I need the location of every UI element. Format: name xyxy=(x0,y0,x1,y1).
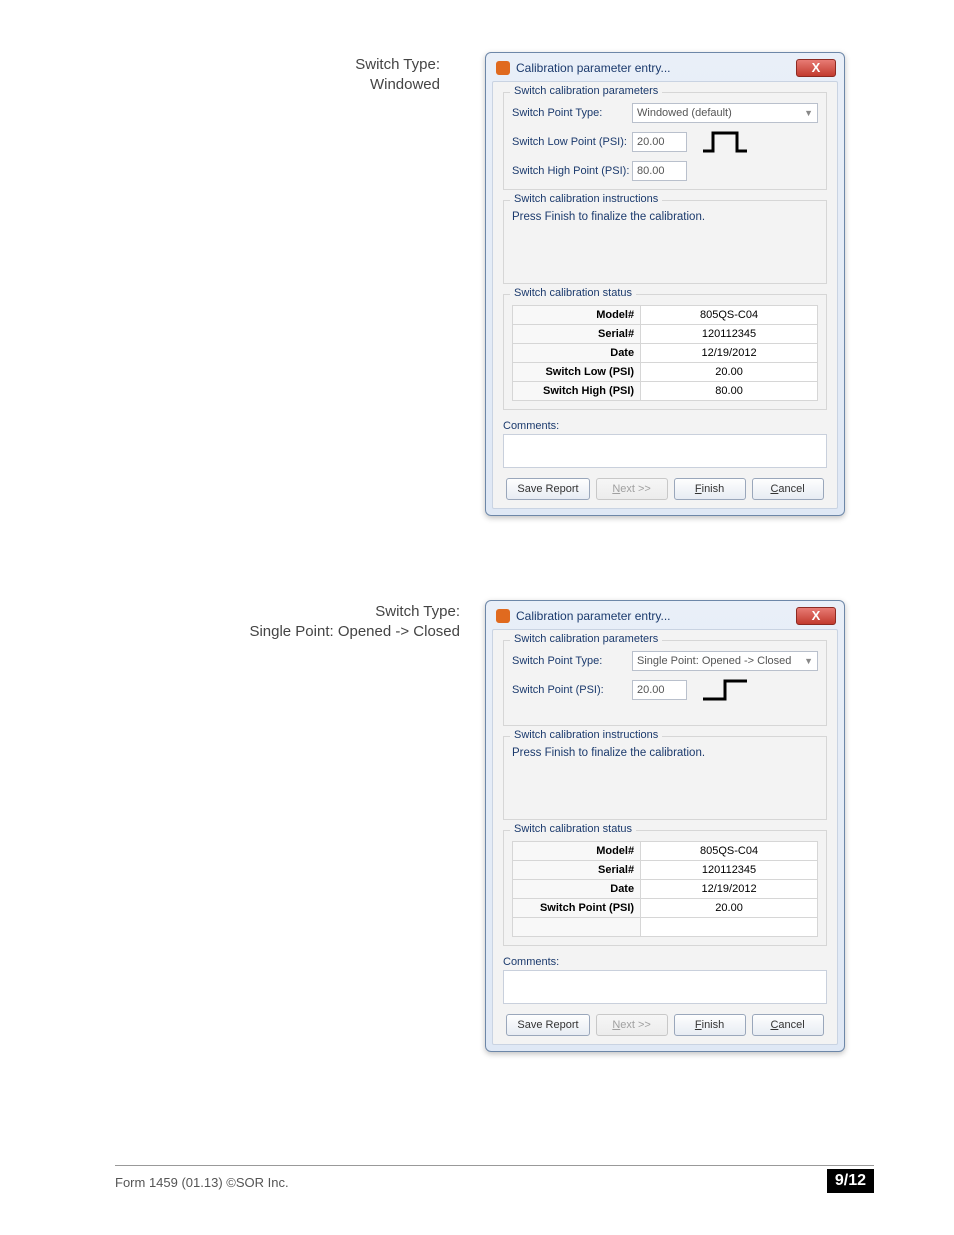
app-icon xyxy=(496,609,510,623)
comments-label: Comments: xyxy=(503,420,827,432)
next-button: Next >> xyxy=(596,1014,668,1036)
table-row: Date12/19/2012 xyxy=(513,344,818,363)
instructions-text: Press Finish to finalize the calibration… xyxy=(512,747,818,811)
table-row: Serial#120112345 xyxy=(513,861,818,880)
input-low-point[interactable] xyxy=(632,132,687,152)
label-switch-point-type: Switch Point Type: xyxy=(512,107,632,119)
dialog-single-point: Calibration parameter entry... X Switch … xyxy=(485,600,845,1052)
close-icon[interactable]: X xyxy=(796,607,836,625)
group-parameters-legend: Switch calibration parameters xyxy=(510,85,662,97)
caption-1-line-1: Switch Type: xyxy=(300,55,440,75)
save-report-button[interactable]: Save Report xyxy=(506,1014,589,1036)
select-switch-point-type[interactable]: Windowed (default) ▼ xyxy=(632,103,818,123)
status-table: Model#805QS-C04 Serial#120112345 Date12/… xyxy=(512,841,818,937)
status-table: Model#805QS-C04 Serial#120112345 Date12/… xyxy=(512,305,818,401)
table-row: Switch Point (PSI)20.00 xyxy=(513,899,818,918)
footer-rule xyxy=(115,1165,874,1166)
status-key: Model# xyxy=(513,306,641,325)
status-key: Serial# xyxy=(513,325,641,344)
status-value: 120112345 xyxy=(641,325,818,344)
group-parameters-legend: Switch calibration parameters xyxy=(510,633,662,645)
window-title: Calibration parameter entry... xyxy=(516,609,796,623)
title-bar: Calibration parameter entry... X xyxy=(492,607,838,629)
group-status-legend: Switch calibration status xyxy=(510,287,636,299)
app-icon xyxy=(496,61,510,75)
footer-left-text: Form 1459 (01.13) ©SOR Inc. xyxy=(115,1175,289,1190)
save-report-button[interactable]: Save Report xyxy=(506,478,589,500)
select-value: Single Point: Opened -> Closed xyxy=(637,655,791,667)
table-row: Model#805QS-C04 xyxy=(513,842,818,861)
input-high-point[interactable] xyxy=(632,161,687,181)
status-key: Date xyxy=(513,344,641,363)
page-number-badge: 9/12 xyxy=(827,1169,874,1193)
label-low-point: Switch Low Point (PSI): xyxy=(512,136,632,148)
window-title: Calibration parameter entry... xyxy=(516,61,796,75)
status-value: 20.00 xyxy=(641,899,818,918)
comments-input[interactable] xyxy=(503,434,827,468)
status-key: Switch High (PSI) xyxy=(513,382,641,401)
group-parameters: Switch calibration parameters Switch Poi… xyxy=(503,92,827,190)
status-key: Switch Point (PSI) xyxy=(513,899,641,918)
status-value: 12/19/2012 xyxy=(641,880,818,899)
status-key xyxy=(513,918,641,937)
group-instructions-legend: Switch calibration instructions xyxy=(510,729,662,741)
title-bar: Calibration parameter entry... X xyxy=(492,59,838,81)
select-switch-point-type[interactable]: Single Point: Opened -> Closed ▼ xyxy=(632,651,818,671)
group-parameters: Switch calibration parameters Switch Poi… xyxy=(503,640,827,726)
table-row: Switch High (PSI)80.00 xyxy=(513,382,818,401)
next-button: Next >> xyxy=(596,478,668,500)
chevron-down-icon: ▼ xyxy=(804,108,813,118)
group-instructions-legend: Switch calibration instructions xyxy=(510,193,662,205)
status-key: Date xyxy=(513,880,641,899)
table-row: Date12/19/2012 xyxy=(513,880,818,899)
status-key: Switch Low (PSI) xyxy=(513,363,641,382)
table-row xyxy=(513,918,818,937)
select-value: Windowed (default) xyxy=(637,107,732,119)
close-icon[interactable]: X xyxy=(796,59,836,77)
label-switch-point: Switch Point (PSI): xyxy=(512,684,632,696)
table-row: Serial#120112345 xyxy=(513,325,818,344)
label-switch-point-type: Switch Point Type: xyxy=(512,655,632,667)
dialog-windowed: Calibration parameter entry... X Switch … xyxy=(485,52,845,516)
status-value: 805QS-C04 xyxy=(641,842,818,861)
group-status: Switch calibration status Model#805QS-C0… xyxy=(503,294,827,410)
group-status-legend: Switch calibration status xyxy=(510,823,636,835)
input-switch-point[interactable] xyxy=(632,680,687,700)
step-up-glyph-icon xyxy=(701,677,749,703)
status-value: 20.00 xyxy=(641,363,818,382)
cancel-button[interactable]: Cancel xyxy=(752,478,824,500)
table-row: Switch Low (PSI)20.00 xyxy=(513,363,818,382)
status-key: Serial# xyxy=(513,861,641,880)
status-value: 80.00 xyxy=(641,382,818,401)
comments-label: Comments: xyxy=(503,956,827,968)
group-status: Switch calibration status Model#805QS-C0… xyxy=(503,830,827,946)
chevron-down-icon: ▼ xyxy=(804,656,813,666)
finish-button[interactable]: Finish xyxy=(674,1014,746,1036)
comments-input[interactable] xyxy=(503,970,827,1004)
caption-2-line-1: Switch Type: xyxy=(200,602,460,622)
status-value xyxy=(641,918,818,937)
status-value: 120112345 xyxy=(641,861,818,880)
caption-2-line-2: Single Point: Opened -> Closed xyxy=(200,622,460,642)
instructions-text: Press Finish to finalize the calibration… xyxy=(512,211,818,275)
status-key: Model# xyxy=(513,842,641,861)
windowed-glyph-icon xyxy=(701,129,749,155)
status-value: 12/19/2012 xyxy=(641,344,818,363)
group-instructions: Switch calibration instructions Press Fi… xyxy=(503,736,827,820)
group-instructions: Switch calibration instructions Press Fi… xyxy=(503,200,827,284)
table-row: Model#805QS-C04 xyxy=(513,306,818,325)
status-value: 805QS-C04 xyxy=(641,306,818,325)
cancel-button[interactable]: Cancel xyxy=(752,1014,824,1036)
label-high-point: Switch High Point (PSI): xyxy=(512,165,632,177)
caption-1-line-2: Windowed xyxy=(300,75,440,95)
finish-button[interactable]: Finish xyxy=(674,478,746,500)
